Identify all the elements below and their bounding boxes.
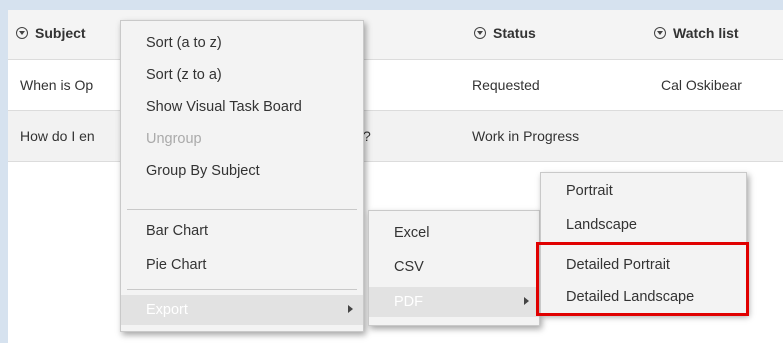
row-subject[interactable]: When is Op [20, 77, 93, 93]
menu-item-excel[interactable]: Excel [369, 219, 539, 247]
menu-item-portrait[interactable]: Portrait [541, 177, 746, 205]
column-header-label: Watch list [673, 25, 739, 41]
column-header-watch-list[interactable]: Watch list [654, 25, 739, 41]
menu-item-sort-z-a[interactable]: Sort (z to a) [121, 61, 363, 89]
row-subject-trailing: ? [363, 128, 371, 144]
highlight-annotation [536, 242, 749, 316]
menu-item-group-by-subject[interactable]: Group By Subject [121, 157, 363, 185]
chevron-right-icon [348, 305, 353, 313]
chevron-right-icon [524, 297, 529, 305]
menu-separator [127, 289, 357, 290]
export-submenu: Excel CSV PDF [368, 210, 540, 326]
menu-item-bar-chart[interactable]: Bar Chart [121, 217, 363, 245]
menu-item-ungroup: Ungroup [146, 131, 202, 147]
context-menu: Sort (a to z) Sort (z to a) Show Visual … [120, 20, 364, 332]
row-status: Requested [472, 77, 540, 93]
chevron-down-icon[interactable] [474, 27, 486, 39]
menu-item-landscape[interactable]: Landscape [541, 211, 746, 239]
menu-item-sort-a-z[interactable]: Sort (a to z) [121, 29, 363, 57]
column-header-subject[interactable]: Subject [16, 25, 86, 41]
chevron-down-icon[interactable] [654, 27, 666, 39]
row-watch-list: Cal Oskibear [661, 77, 742, 93]
column-header-status[interactable]: Status [474, 25, 536, 41]
menu-separator [127, 209, 357, 210]
menu-item-show-visual-task-board[interactable]: Show Visual Task Board [121, 93, 363, 121]
row-subject[interactable]: How do I en [20, 128, 95, 144]
column-header-label: Subject [35, 25, 86, 41]
menu-item-csv[interactable]: CSV [369, 253, 539, 281]
menu-item-pdf[interactable]: PDF [369, 287, 539, 317]
chevron-down-icon[interactable] [16, 27, 28, 39]
row-status: Work in Progress [472, 128, 580, 144]
menu-item-pie-chart[interactable]: Pie Chart [121, 251, 363, 279]
menu-item-export[interactable]: Export [121, 295, 363, 325]
column-header-label: Status [493, 25, 536, 41]
